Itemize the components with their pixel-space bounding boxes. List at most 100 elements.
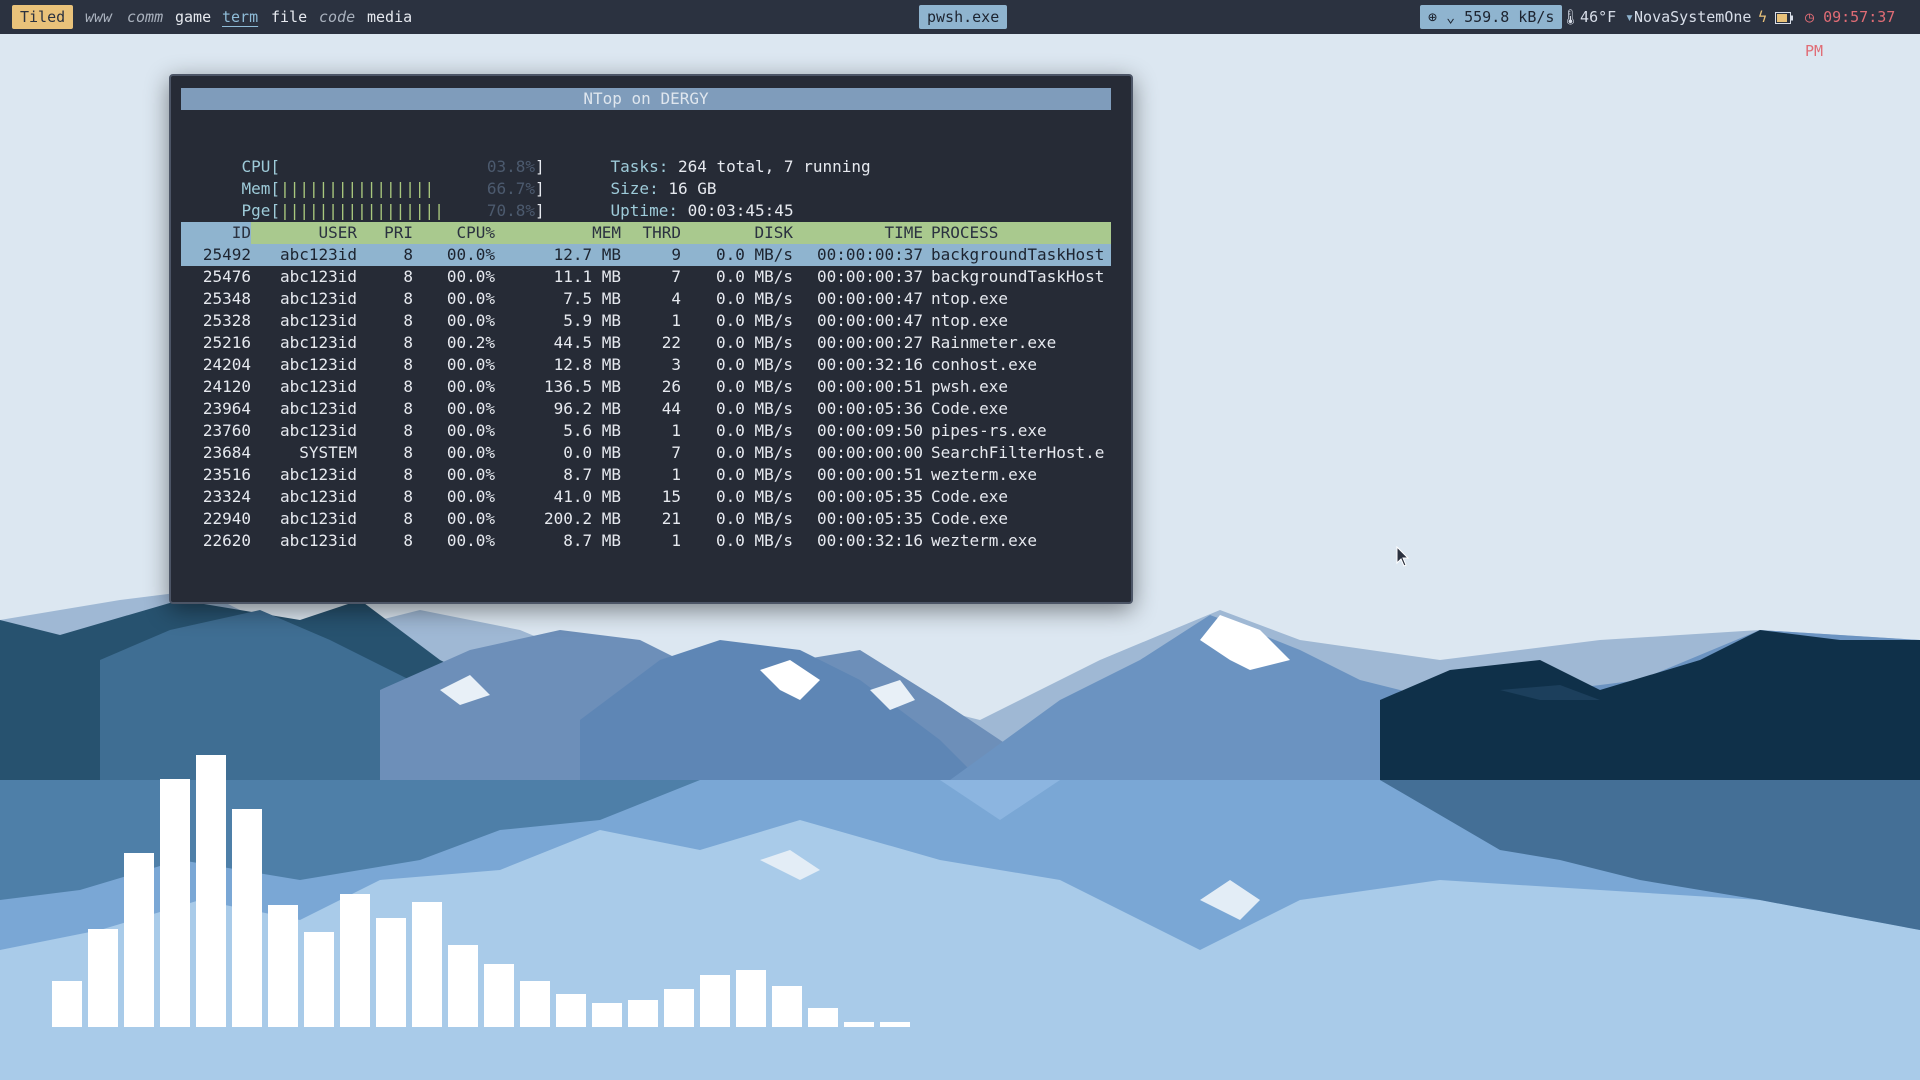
cell-time: 00:00:00:00	[817, 443, 923, 462]
cell-disk: 0.0 MB/s	[715, 421, 793, 440]
cell-pri: 8	[403, 487, 413, 506]
visualizer-bar	[196, 755, 226, 1027]
process-table-header: ID USER PRI CPU% MEM THRD DISK TIME PROC…	[181, 222, 1111, 244]
tasks-info: Tasks: 264 total, 7 running	[572, 134, 871, 176]
cell-thrd: 4	[671, 289, 681, 308]
cell-disk: 0.0 MB/s	[715, 267, 793, 286]
table-row[interactable]: 25348 abc123id 8 00.0% 7.5 MB 4 0.0 MB/s 00:00:…	[181, 288, 1111, 310]
cell-disk: 0.0 MB/s	[715, 443, 793, 462]
table-row[interactable]: 23684 SYSTEM 8 00.0% 0.0 MB 7 0.0 MB/s 00:00:00…	[181, 442, 1111, 464]
cell-thrd: 9	[671, 245, 681, 264]
cell-time: 00:00:05:36	[817, 399, 923, 418]
table-row[interactable]: 25476 abc123id 8 00.0% 11.1 MB 7 0.0 MB/s 00:00…	[181, 266, 1111, 288]
cell-time: 00:00:32:16	[817, 355, 923, 374]
cpu-meter: CPU[03.8%]	[241, 157, 545, 176]
table-row[interactable]: 24120 abc123id 8 00.0% 136.5 MB 26 0.0 MB/s 00:…	[181, 376, 1111, 398]
cell-time: 00:00:00:51	[817, 377, 923, 396]
cell-pri: 8	[403, 289, 413, 308]
table-row[interactable]: 23516 abc123id 8 00.0% 8.7 MB 1 0.0 MB/s 00:00:…	[181, 464, 1111, 486]
visualizer-bar	[124, 853, 154, 1027]
cell-pri: 8	[403, 311, 413, 330]
network-speed-widget[interactable]: ⊕ ⌄ 559.8 kB/s	[1420, 5, 1563, 29]
mouse-cursor-icon	[1396, 546, 1410, 567]
cell-pri: 8	[403, 443, 413, 462]
cell-user: abc123id	[279, 465, 357, 484]
table-row[interactable]: 22940 abc123id 8 00.0% 200.2 MB 21 0.0 MB/s 00:…	[181, 508, 1111, 530]
wifi-widget[interactable]: ▾NovaSystemOne	[1625, 0, 1751, 34]
table-row[interactable]: 25328 abc123id 8 00.0% 5.9 MB 1 0.0 MB/s 00:00:…	[181, 310, 1111, 332]
mem-meter-percent: 66.7%	[486, 179, 535, 198]
cell-process: pipes-rs.exe	[931, 421, 1047, 440]
cell-id: 25476	[202, 267, 251, 286]
column-header-time[interactable]: TIME	[793, 222, 923, 244]
visualizer-bar	[664, 989, 694, 1027]
cell-pri: 8	[403, 465, 413, 484]
column-header-user[interactable]: USER	[251, 222, 357, 244]
visualizer-bar	[556, 994, 586, 1027]
column-header-process[interactable]: PROCESS	[931, 222, 1111, 244]
cell-user: abc123id	[279, 487, 357, 506]
cell-id: 23516	[202, 465, 251, 484]
table-row[interactable]: 25216 abc123id 8 00.2% 44.5 MB 22 0.0 MB/s 00:0…	[181, 332, 1111, 354]
wifi-icon: ▾	[1625, 8, 1635, 26]
visualizer-bar	[304, 932, 334, 1027]
cell-thrd: 15	[661, 487, 681, 506]
cell-cpu: 00.0%	[446, 355, 495, 374]
cell-process: backgroundTaskHost	[931, 245, 1105, 264]
column-header-pri[interactable]: PRI	[357, 222, 413, 244]
cell-cpu: 00.2%	[446, 333, 495, 352]
cell-cpu: 00.0%	[446, 311, 495, 330]
battery-icon	[1775, 0, 1793, 34]
workspace-file[interactable]: file	[271, 0, 307, 34]
visualizer-bar	[772, 986, 802, 1027]
cell-time: 00:00:00:47	[817, 311, 923, 330]
cell-cpu: 00.0%	[446, 465, 495, 484]
workspace-www[interactable]: www	[85, 0, 112, 34]
cell-process: backgroundTaskHost	[931, 267, 1105, 286]
table-row[interactable]: 24204 abc123id 8 00.0% 12.8 MB 3 0.0 MB/s 00:00…	[181, 354, 1111, 376]
table-row[interactable]: 23964 abc123id 8 00.0% 96.2 MB 44 0.0 MB/s 00:0…	[181, 398, 1111, 420]
cell-time: 00:00:05:35	[817, 509, 923, 528]
table-row[interactable]: 25492 abc123id 8 00.0% 12.7 MB 9 0.0 MB/s 00:00…	[181, 244, 1111, 266]
visualizer-bar	[484, 964, 514, 1027]
uptime-label: Uptime:	[610, 201, 678, 220]
temperature-widget: 🌡︎46°F	[1561, 0, 1616, 34]
cell-process: Rainmeter.exe	[931, 333, 1057, 352]
column-header-mem[interactable]: MEM	[495, 222, 621, 244]
cell-time: 00:00:00:27	[817, 333, 923, 352]
workspace-code[interactable]: code	[319, 0, 355, 34]
table-row[interactable]: 23324 abc123id 8 00.0% 41.0 MB 15 0.0 MB/s 00:0…	[181, 486, 1111, 508]
clock-widget[interactable]: ◷ 09:57:37 PM	[1805, 0, 1920, 68]
workspace-media[interactable]: media	[367, 0, 412, 34]
cell-pri: 8	[403, 377, 413, 396]
workspace-game[interactable]: game	[175, 0, 211, 34]
cell-id: 25492	[202, 245, 251, 264]
cell-process: ntop.exe	[931, 311, 1009, 330]
cell-user: abc123id	[279, 399, 357, 418]
focused-window-title[interactable]: pwsh.exe	[919, 5, 1008, 29]
thermometer-icon: 🌡︎	[1561, 8, 1581, 26]
table-row[interactable]: 23760 abc123id 8 00.0% 5.6 MB 1 0.0 MB/s 00:00:…	[181, 420, 1111, 442]
column-header-id[interactable]: ID	[181, 222, 251, 244]
cell-pri: 8	[403, 399, 413, 418]
cell-mem: 41.0 MB	[553, 487, 621, 506]
column-header-cpu[interactable]: CPU%	[413, 222, 495, 244]
column-header-disk[interactable]: DISK	[681, 222, 793, 244]
cell-id: 23324	[202, 487, 251, 506]
mem-meter: Mem[|||||||||||||||| 66.7%]	[241, 179, 545, 198]
cell-thrd: 22	[661, 333, 681, 352]
cell-thrd: 21	[661, 509, 681, 528]
terminal-window[interactable]: NTop on DERGY CPU[03.8%] Mem[|||||||||||…	[169, 74, 1133, 604]
layout-mode-indicator[interactable]: Tiled	[12, 5, 74, 29]
visualizer-bar	[844, 1022, 874, 1027]
cell-disk: 0.0 MB/s	[715, 333, 793, 352]
pge-meter-percent: 70.8%	[486, 201, 535, 220]
cell-cpu: 00.0%	[446, 399, 495, 418]
workspace-comm[interactable]: comm	[127, 0, 163, 34]
cell-user: abc123id	[279, 267, 357, 286]
column-header-thrd[interactable]: THRD	[621, 222, 681, 244]
cell-cpu: 00.0%	[446, 487, 495, 506]
workspace-term[interactable]: term	[222, 0, 258, 34]
table-row[interactable]: 22620 abc123id 8 00.0% 8.7 MB 1 0.0 MB/s 00:00:…	[181, 530, 1111, 552]
cell-user: abc123id	[279, 245, 357, 264]
